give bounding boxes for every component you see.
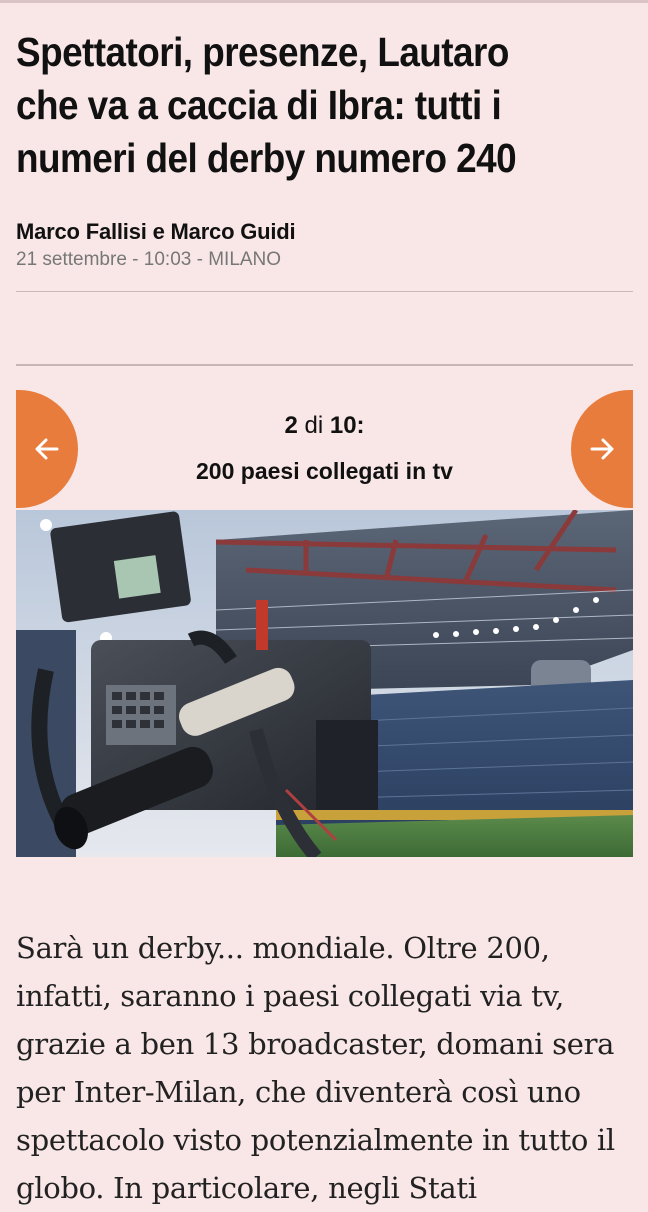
gallery-caption-title: 200 paesi collegati in tv xyxy=(196,458,453,484)
gallery-counter: 2 di 10: xyxy=(16,412,633,440)
article-body-text: Sarà un derby... mondiale. Oltre 200, in… xyxy=(16,931,615,1205)
gallery-counter-separator: di xyxy=(304,412,324,439)
gallery-photo[interactable] xyxy=(16,510,633,857)
gallery-current-index: 2 xyxy=(284,412,298,439)
article-dateline: 21 settembre - 10:03 - MILANO xyxy=(16,249,282,270)
gallery-divider xyxy=(16,364,633,366)
stadium-camera-image xyxy=(16,510,633,857)
meta-divider xyxy=(16,291,633,292)
gallery-prev-button[interactable] xyxy=(16,390,78,508)
article-headline: Spettatori, presenze, Lautaro che va a c… xyxy=(16,29,517,181)
gallery-total: 10: xyxy=(329,412,365,439)
top-divider xyxy=(0,0,648,3)
article-author[interactable]: Marco Fallisi e Marco Guidi xyxy=(16,219,296,245)
gallery-header: 2 di 10: 200 paesi collegati in tv xyxy=(16,390,633,510)
gallery-next-button[interactable] xyxy=(571,390,633,508)
arrow-right-icon xyxy=(588,435,616,463)
